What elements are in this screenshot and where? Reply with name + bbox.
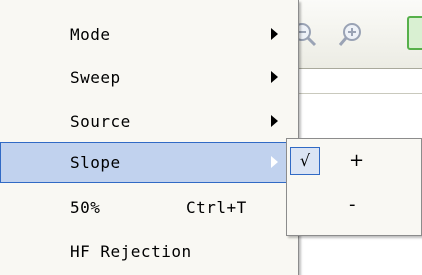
checked-indicator: √ [290,147,320,175]
submenu-arrow-icon [271,28,278,40]
submenu-arrow-icon [271,156,278,168]
zoom-in-button[interactable] [338,20,366,48]
context-menu: Mode Sweep Source Slope 50% Ctrl+T HF Re… [0,0,299,275]
menu-item-label: Sweep [70,68,121,87]
menu-item-hf-rejection[interactable]: HF Rejection [0,231,298,272]
green-button-icon[interactable] [407,16,422,50]
menu-item-source[interactable]: Source [0,101,298,142]
submenu-item-label: + [349,150,365,171]
menu-item-sweep[interactable]: Sweep [0,57,298,98]
slope-submenu: √ + - [286,138,422,236]
submenu-item-minus[interactable]: - [287,183,421,227]
menu-item-50-percent[interactable]: 50% Ctrl+T [0,187,298,228]
checkmark-icon: √ [299,151,311,170]
submenu-item-label: - [349,194,356,215]
menu-item-label: HF Rejection [70,242,192,261]
submenu-item-plus[interactable]: √ + [287,139,421,183]
menu-item-label: Slope [70,153,121,172]
menu-item-mode[interactable]: Mode [0,14,298,55]
menu-item-shortcut: Ctrl+T [186,198,247,217]
menu-item-label: Mode [70,25,111,44]
zoom-in-icon [338,23,361,46]
submenu-arrow-icon [271,71,278,83]
menu-item-label: Source [70,112,131,131]
menu-item-slope[interactable]: Slope [0,142,290,183]
menu-item-label: 50% [70,198,101,217]
submenu-arrow-icon [271,115,278,127]
